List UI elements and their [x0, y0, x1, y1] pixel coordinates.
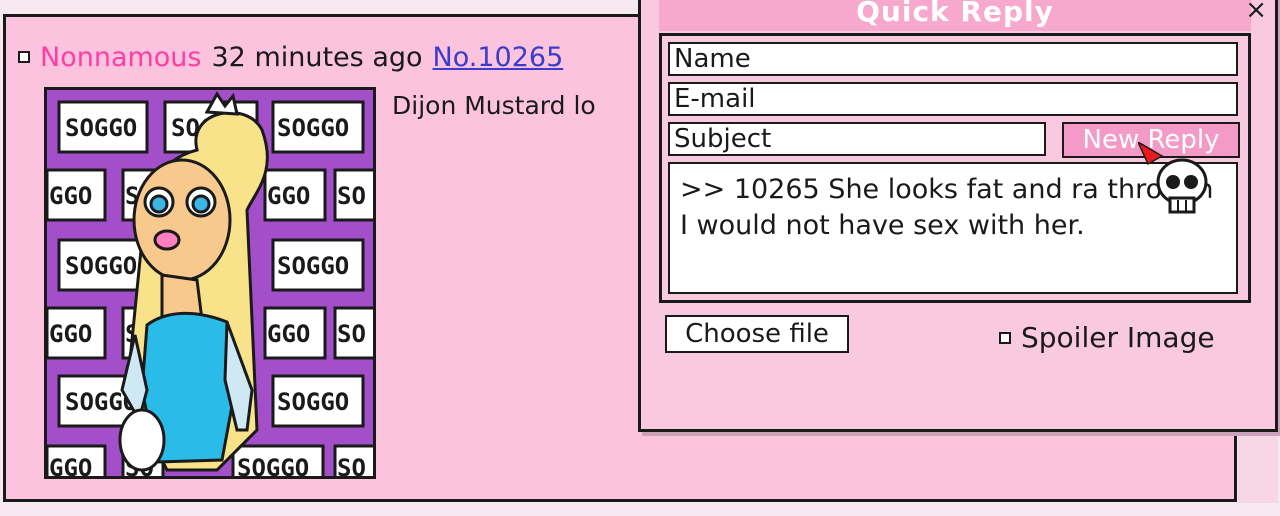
thumb-sign: GGO: [49, 454, 92, 476]
post-number-link[interactable]: No.10265: [433, 42, 564, 73]
thumb-sign: SOGGO: [277, 114, 349, 142]
thumb-sign: SOGGO: [237, 454, 309, 476]
thumb-sign: SOGGO: [65, 114, 137, 142]
post-select-checkbox[interactable]: [18, 51, 30, 63]
thumb-sign: SO: [337, 454, 366, 476]
thumb-sign: SO: [337, 320, 366, 348]
thumb-sign: SOGGO: [277, 388, 349, 416]
post-comment-text: Dijon Mustard lo: [392, 91, 596, 120]
thumb-sign: SOGGO: [65, 252, 137, 280]
post-author[interactable]: Nonnamous: [40, 42, 202, 73]
quick-reply-title-bar[interactable]: Quick Reply: [659, 0, 1251, 31]
post-header: Nonnamous 32 minutes ago No.10265: [18, 39, 563, 75]
thumb-sign: GGO: [267, 320, 310, 348]
subject-field[interactable]: Subject: [668, 122, 1046, 156]
post-time: 32 minutes ago: [211, 41, 423, 73]
thumb-sign: SO: [337, 182, 366, 210]
spoiler-image-option[interactable]: Spoiler Image: [999, 321, 1215, 354]
choose-file-button[interactable]: Choose file: [665, 315, 849, 353]
thumb-sign: GGO: [49, 320, 92, 348]
thumb-sign: GGO: [49, 182, 92, 210]
name-field[interactable]: Name: [668, 42, 1238, 76]
spoiler-label: Spoiler Image: [1021, 321, 1215, 354]
thumb-sign: SOGGO: [277, 252, 349, 280]
close-icon[interactable]: ×: [1245, 0, 1267, 25]
skull-cursor-icon: [1138, 142, 1208, 214]
spoiler-checkbox[interactable]: [999, 331, 1011, 344]
thumbnail-art: SOGGO SOGGO SOGGO GGO SO GGO SO SOGGO SO…: [47, 90, 373, 476]
email-field[interactable]: E-mail: [668, 82, 1238, 116]
post-thumbnail[interactable]: SOGGO SOGGO SOGGO GGO SO GGO SO SOGGO SO…: [44, 87, 376, 479]
thumb-sign: GGO: [267, 182, 310, 210]
